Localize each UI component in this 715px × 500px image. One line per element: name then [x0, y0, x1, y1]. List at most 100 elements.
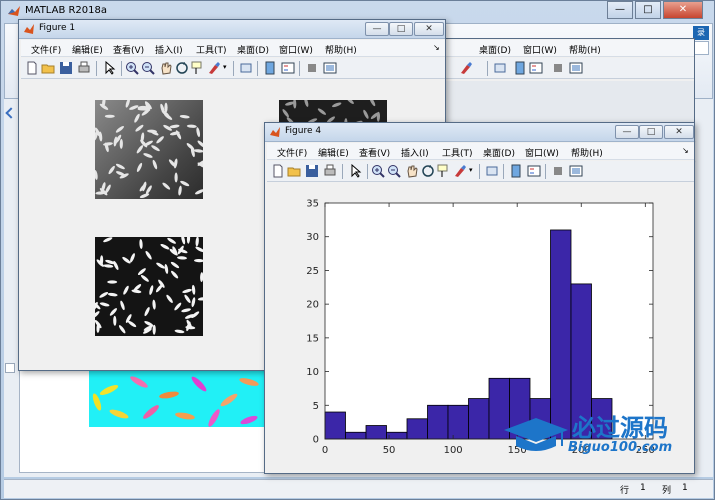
- fig4-minimize-button[interactable]: —: [615, 125, 639, 139]
- menu-insert[interactable]: 插入(I): [155, 43, 183, 56]
- close-button[interactable]: ✕: [663, 1, 703, 19]
- hide-plot-icon[interactable]: [551, 164, 565, 178]
- rice-grain: [195, 246, 203, 253]
- histogram-bar[interactable]: [386, 431, 408, 440]
- brush-dropdown-icon[interactable]: ▾: [223, 63, 227, 71]
- colorbar-icon[interactable]: [509, 164, 523, 178]
- new-icon[interactable]: [271, 164, 285, 178]
- menu-help-behind[interactable]: 帮助(H): [569, 43, 601, 56]
- hide-plot-icon[interactable]: [305, 61, 319, 75]
- rice-grain: [139, 239, 143, 249]
- histogram-bar[interactable]: [365, 425, 387, 440]
- legend-icon[interactable]: [527, 164, 541, 178]
- hide-plot-icon[interactable]: [551, 61, 565, 75]
- pan-icon[interactable]: [405, 164, 419, 178]
- colorbar-icon[interactable]: [513, 61, 527, 75]
- status-bar: 行 1 列 1: [4, 479, 713, 498]
- app-title: MATLAB R2018a: [25, 5, 108, 16]
- print-icon[interactable]: [323, 164, 337, 178]
- brush-icon[interactable]: [459, 61, 473, 75]
- save-icon[interactable]: [59, 61, 73, 75]
- rice-grain: [143, 153, 153, 158]
- menu-help[interactable]: 帮助(H): [325, 43, 357, 56]
- menu-desktop-behind[interactable]: 桌面(D): [479, 43, 511, 56]
- rotate-icon[interactable]: [175, 61, 189, 75]
- fig4-maximize-button[interactable]: □: [639, 125, 663, 139]
- open-icon[interactable]: [287, 164, 301, 178]
- data-cursor-icon[interactable]: [437, 164, 451, 178]
- figure-window-behind[interactable]: 桌面(D) 窗口(W) 帮助(H): [440, 38, 695, 128]
- rice-grain: [155, 284, 163, 293]
- histogram-bar[interactable]: [427, 404, 449, 440]
- toolbar-separator: [299, 61, 300, 76]
- link-icon[interactable]: [239, 61, 253, 75]
- menu-overflow-icon[interactable]: ↘: [682, 146, 689, 155]
- print-icon[interactable]: [77, 61, 91, 75]
- fig1-close-button[interactable]: ✕: [414, 22, 444, 36]
- menu-help[interactable]: 帮助(H): [571, 146, 603, 159]
- menu-desktop[interactable]: 桌面(D): [237, 43, 269, 56]
- link-icon[interactable]: [485, 164, 499, 178]
- menu-window[interactable]: 窗口(W): [279, 43, 313, 56]
- show-plot-icon[interactable]: [323, 61, 337, 75]
- fig1-maximize-button[interactable]: □: [389, 22, 413, 36]
- menu-window-behind[interactable]: 窗口(W): [523, 43, 557, 56]
- menu-desktop[interactable]: 桌面(D): [483, 146, 515, 159]
- rice-grain: [282, 109, 289, 118]
- fig4-close-button[interactable]: ✕: [664, 125, 694, 139]
- menu-view[interactable]: 查看(V): [359, 146, 390, 159]
- histogram-bar[interactable]: [406, 418, 428, 440]
- colorbar-icon[interactable]: [263, 61, 277, 75]
- menu-view[interactable]: 查看(V): [113, 43, 144, 56]
- save-icon[interactable]: [305, 164, 319, 178]
- menu-overflow-icon[interactable]: ↘: [433, 43, 440, 52]
- figure-1-title: Figure 1: [39, 23, 76, 33]
- menu-tools[interactable]: 工具(T): [196, 43, 227, 56]
- brush-dropdown-icon[interactable]: ▾: [469, 166, 473, 174]
- menu-edit[interactable]: 编辑(E): [318, 146, 349, 159]
- menu-edit[interactable]: 编辑(E): [72, 43, 103, 56]
- menu-insert[interactable]: 插入(I): [401, 146, 429, 159]
- zoom-in-icon[interactable]: [371, 164, 385, 178]
- watermark-text: 必过源码: [572, 414, 668, 442]
- data-cursor-icon[interactable]: [191, 61, 205, 75]
- pointer-icon[interactable]: [349, 164, 363, 178]
- show-plot-icon[interactable]: [569, 61, 583, 75]
- open-icon[interactable]: [41, 61, 55, 75]
- rice-grain: [186, 237, 191, 244]
- link-icon[interactable]: [493, 61, 507, 75]
- histogram-bar[interactable]: [345, 431, 367, 440]
- panel-handle-icon[interactable]: [5, 363, 15, 373]
- histogram-bar[interactable]: [468, 398, 490, 440]
- pan-icon[interactable]: [159, 61, 173, 75]
- rice-grain: [136, 162, 143, 172]
- rice-grain: [304, 100, 309, 107]
- minimize-button[interactable]: —: [607, 1, 633, 19]
- menu-file[interactable]: 文件(F): [277, 146, 307, 159]
- menu-file[interactable]: 文件(F): [31, 43, 61, 56]
- menu-tools[interactable]: 工具(T): [442, 146, 473, 159]
- zoom-in-icon[interactable]: [125, 61, 139, 75]
- histogram-bar[interactable]: [324, 411, 346, 440]
- help-search-box[interactable]: [693, 41, 709, 55]
- rotate-icon[interactable]: [421, 164, 435, 178]
- show-plot-icon[interactable]: [569, 164, 583, 178]
- brush-icon[interactable]: [453, 164, 467, 178]
- histogram-bar[interactable]: [447, 404, 469, 440]
- legend-icon[interactable]: [529, 61, 543, 75]
- login-tab[interactable]: 录: [693, 26, 709, 40]
- figure-icon: [270, 127, 280, 137]
- brush-icon[interactable]: [207, 61, 221, 75]
- zoom-out-icon[interactable]: [141, 61, 155, 75]
- rice-grain: [181, 237, 186, 245]
- rice-grain: [163, 113, 173, 120]
- menu-window[interactable]: 窗口(W): [525, 146, 559, 159]
- pointer-icon[interactable]: [103, 61, 117, 75]
- toolbar-separator: [257, 61, 258, 76]
- watermark-url: Biguo100.com: [568, 440, 673, 455]
- fig1-minimize-button[interactable]: —: [365, 22, 389, 36]
- maximize-button[interactable]: □: [635, 1, 661, 19]
- new-icon[interactable]: [25, 61, 39, 75]
- zoom-out-icon[interactable]: [387, 164, 401, 178]
- legend-icon[interactable]: [281, 61, 295, 75]
